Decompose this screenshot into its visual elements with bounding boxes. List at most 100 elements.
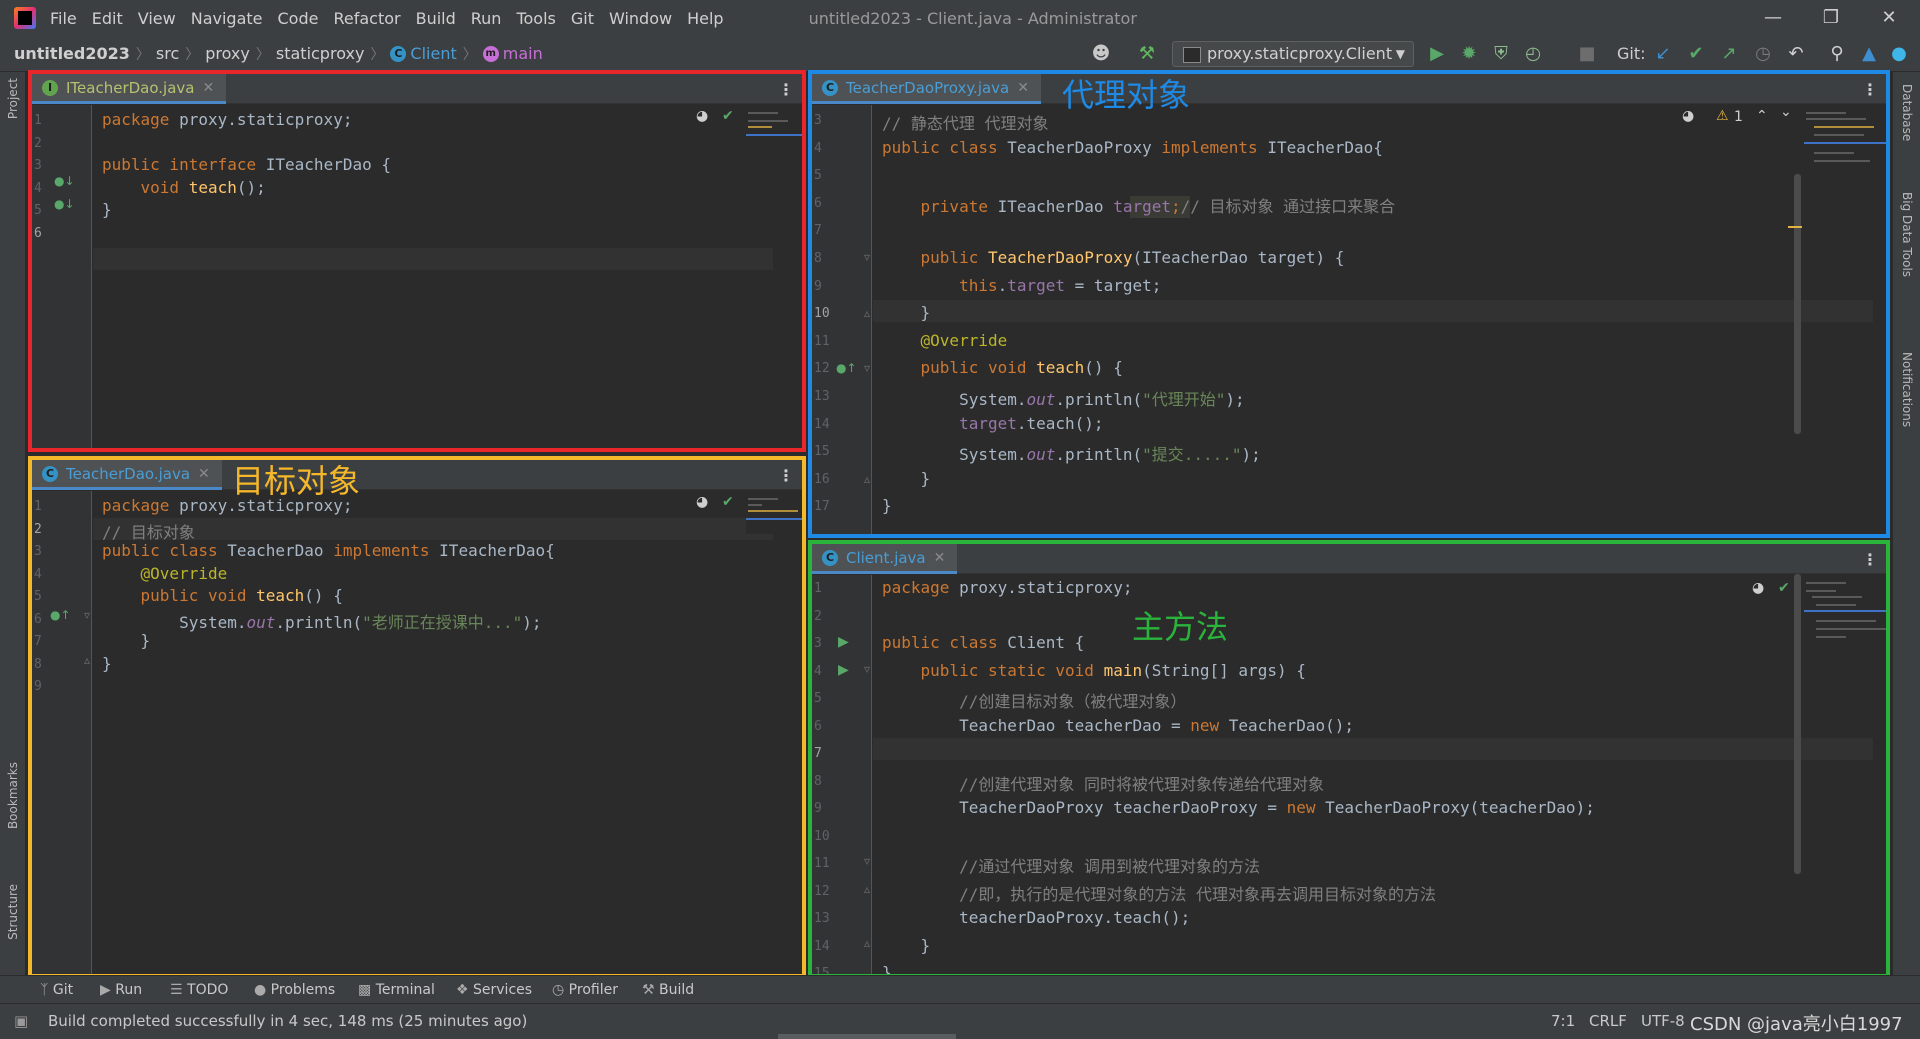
menu-navigate[interactable]: Navigate	[191, 9, 263, 28]
close-tab-icon[interactable]: ✕	[202, 80, 214, 96]
fold-icon[interactable]: ▿	[864, 250, 870, 264]
minimap[interactable]	[1804, 578, 1886, 658]
code-line[interactable]: target.teach();	[882, 414, 1104, 433]
rollback-icon[interactable]: ↶	[1785, 44, 1807, 64]
vertical-scrollbar[interactable]	[1794, 574, 1801, 874]
close-tab-icon[interactable]: ✕	[934, 550, 946, 566]
code-line[interactable]: @Override	[102, 564, 228, 583]
code-line[interactable]: package proxy.staticproxy;	[102, 110, 352, 129]
fold-icon[interactable]: ▿	[84, 608, 90, 622]
warning-stripe-marker[interactable]	[1788, 226, 1802, 228]
next-highlight-icon[interactable]: ⌄	[1780, 104, 1792, 120]
tab-teacherdao[interactable]: C TeacherDao.java ✕	[32, 460, 222, 490]
code-line[interactable]: public static void main(String[] args) {	[882, 661, 1306, 680]
code-line[interactable]: @Override	[882, 331, 1008, 350]
code-line[interactable]: TeacherDao teacherDao = new TeacherDao()…	[882, 716, 1354, 735]
menu-code[interactable]: Code	[278, 9, 319, 28]
big-data-tools-tab[interactable]: Big Data Tools	[1900, 192, 1914, 277]
stop-icon[interactable]: ■	[1576, 44, 1598, 64]
code-line[interactable]: }	[102, 631, 151, 650]
more-options-icon[interactable]: ⋮	[778, 80, 794, 99]
git-update-icon[interactable]: ↙	[1652, 44, 1674, 64]
breadcrumb-src[interactable]: src	[156, 44, 179, 63]
profiler-tool-button[interactable]: ◷ Profiler	[552, 982, 618, 998]
more-options-icon[interactable]: ⋮	[778, 466, 794, 485]
run-icon[interactable]: ▶	[1426, 44, 1448, 64]
profile-icon[interactable]: ◴	[1522, 44, 1544, 64]
reader-mode-icon[interactable]: ◕	[1752, 580, 1764, 596]
breadcrumb-class[interactable]: Client	[410, 44, 456, 63]
close-icon[interactable]: ✕	[1864, 4, 1914, 32]
code-line[interactable]: public void teach() {	[882, 358, 1123, 377]
horizontal-scroll-thumb[interactable]	[778, 1034, 956, 1039]
code-line[interactable]: System.out.println("代理开始");	[882, 386, 1245, 410]
close-tab-icon[interactable]: ✕	[1017, 80, 1029, 96]
code-line[interactable]: private ITeacherDao target;// 目标对象 通过接口来…	[882, 193, 1396, 217]
search-icon[interactable]: ⚲	[1826, 44, 1848, 64]
fold-icon[interactable]: ▿	[864, 854, 870, 868]
toolbox-icon[interactable]: ●	[1888, 44, 1910, 64]
code-line[interactable]: package proxy.staticproxy;	[102, 496, 352, 515]
fold-icon[interactable]: ▿	[864, 361, 870, 375]
minimap[interactable]	[746, 108, 802, 148]
breadcrumb-proxy[interactable]: proxy	[205, 44, 250, 63]
fold-icon[interactable]: ▵	[864, 882, 870, 896]
vertical-scrollbar[interactable]	[1794, 174, 1801, 434]
update-icon[interactable]: ▲	[1858, 44, 1880, 64]
intellij-logo-icon[interactable]	[14, 7, 36, 29]
code-line[interactable]: package proxy.staticproxy;	[882, 578, 1132, 597]
coverage-icon[interactable]: ⛨	[1490, 44, 1512, 64]
more-options-icon[interactable]: ⋮	[1862, 550, 1878, 569]
code-line[interactable]: //创建代理对象 同时将被代理对象传递给代理对象	[882, 771, 1324, 795]
menu-git[interactable]: Git	[571, 9, 594, 28]
fold-icon[interactable]: ▿	[864, 662, 870, 676]
menu-build[interactable]: Build	[416, 9, 456, 28]
reader-mode-icon[interactable]: ◕	[696, 494, 708, 510]
tab-client[interactable]: C Client.java ✕	[812, 544, 958, 574]
bookmarks-tool-tab[interactable]: Bookmarks	[6, 762, 20, 829]
code-line[interactable]: //通过代理对象 调用到被代理对象的方法	[882, 853, 1260, 877]
user-icon[interactable]: ☻	[1090, 44, 1112, 64]
reader-mode-icon[interactable]: ◕	[1682, 108, 1694, 124]
code-line[interactable]: System.out.println("提交.....");	[882, 441, 1261, 465]
minimize-icon[interactable]: —	[1748, 4, 1798, 32]
restore-icon[interactable]: ❐	[1806, 4, 1856, 32]
no-problems-check-icon[interactable]: ✔	[1778, 580, 1790, 596]
build-tool-button[interactable]: ⚒ Build	[642, 982, 694, 998]
tab-iteacherdao[interactable]: I ITeacherDao.java ✕	[32, 74, 227, 104]
code-line[interactable]: //即，执行的是代理对象的方法 代理对象再去调用目标对象的方法	[882, 881, 1436, 905]
code-line[interactable]: //创建目标对象（被代理对象）	[882, 688, 1186, 712]
code-line[interactable]: public class TeacherDao implements ITeac…	[102, 541, 555, 560]
status-message[interactable]: Build completed successfully in 4 sec, 1…	[48, 1012, 527, 1030]
code-line[interactable]: void teach();	[102, 178, 266, 197]
terminal-tool-button[interactable]: ▩ Terminal	[358, 982, 435, 998]
code-line[interactable]: System.out.println("老师正在授课中...");	[102, 609, 541, 633]
git-history-icon[interactable]: ◷	[1752, 44, 1774, 64]
code-line[interactable]: }	[882, 936, 931, 955]
structure-tool-tab[interactable]: Structure	[6, 884, 20, 940]
menu-edit[interactable]: Edit	[92, 9, 123, 28]
menu-help[interactable]: Help	[687, 9, 723, 28]
code-line[interactable]: this.target = target;	[882, 276, 1161, 295]
close-tab-icon[interactable]: ✕	[198, 466, 210, 482]
line-separator[interactable]: CRLF	[1589, 1012, 1627, 1030]
menu-view[interactable]: View	[138, 9, 176, 28]
tab-teacherdaoproxy[interactable]: C TeacherDaoProxy.java ✕	[812, 74, 1041, 104]
code-line[interactable]: }	[882, 496, 892, 515]
git-tool-button[interactable]: ᛉ Git	[40, 982, 73, 998]
database-tool-tab[interactable]: Database	[1900, 84, 1914, 141]
breadcrumb-method[interactable]: main	[503, 44, 543, 63]
notifications-tool-tab[interactable]: Notifications	[1900, 352, 1914, 427]
fold-icon[interactable]: ▵	[864, 936, 870, 950]
fold-icon[interactable]: ▵	[864, 306, 870, 320]
more-options-icon[interactable]: ⋮	[1862, 80, 1878, 99]
warning-icon[interactable]: ⚠	[1716, 108, 1729, 124]
code-line[interactable]: }	[882, 303, 931, 322]
run-tool-button[interactable]: ▶ Run	[100, 982, 142, 998]
minimap[interactable]	[1804, 108, 1886, 188]
menu-run[interactable]: Run	[471, 9, 502, 28]
todo-tool-button[interactable]: ☰ TODO	[170, 982, 228, 998]
code-line[interactable]: TeacherDaoProxy teacherDaoProxy = new Te…	[882, 798, 1595, 817]
project-tool-tab[interactable]: Project	[6, 78, 20, 119]
git-push-icon[interactable]: ↗	[1718, 44, 1740, 64]
